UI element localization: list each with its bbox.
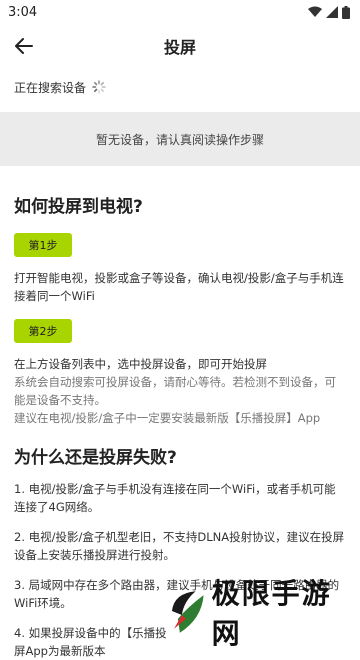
search-status-text: 正在搜索设备 (14, 80, 87, 95)
back-button[interactable] (8, 30, 40, 62)
device-list-empty: 暂无设备，请认真阅读操作步骤 (0, 112, 360, 166)
wifi-icon (308, 6, 322, 17)
step2-text: 在上方设备列表中，选中投屏设备，即可开始投屏 (14, 357, 267, 371)
loading-spinner-icon (92, 80, 106, 94)
page-title: 投屏 (163, 38, 196, 57)
step1-text: 打开智能电视，投影或盒子等设备，确认电视/投影/盒子与手机连接着同一个WiFi (14, 271, 344, 303)
howto-title: 如何投屏到电视? (14, 197, 143, 217)
search-status: 正在搜索设备 (0, 68, 360, 106)
empty-message: 暂无设备，请认真阅读操作步骤 (95, 132, 264, 147)
status-icons (308, 5, 350, 19)
battery-icon (342, 5, 350, 19)
step1-badge: 第1步 (14, 233, 72, 257)
arrow-left-icon (15, 38, 33, 54)
fail-title: 为什么还是投屏失败? (14, 448, 177, 468)
status-bar: 3:04 (0, 0, 360, 24)
signal-icon (326, 6, 338, 18)
fail-item-1: 1. 电视/投影/盒子与手机没有连接在同一个WiFi，或者手机可能连接了4G网络… (14, 482, 336, 514)
fail-item-2: 2. 电视/投影/盒子机型老旧，不支持DLNA投射协议，建议在投屏设备上安装乐播… (14, 530, 345, 562)
step2-tip: 建议在电视/投影/盒子中一定要安装最新版【乐播投屏】App (14, 411, 321, 425)
step2-badge: 第2步 (14, 319, 72, 343)
status-time: 3:04 (8, 4, 38, 20)
app-bar: 投屏 (0, 24, 360, 68)
step2-note: 系统会自动搜索可投屏设备，请耐心等待。若检测不到设备，可能是设备不支持。 (14, 375, 336, 407)
watermark: 极限手游网 (168, 577, 360, 650)
watermark-text: 极限手游网 (211, 577, 332, 650)
watermark-logo-icon (171, 591, 204, 633)
